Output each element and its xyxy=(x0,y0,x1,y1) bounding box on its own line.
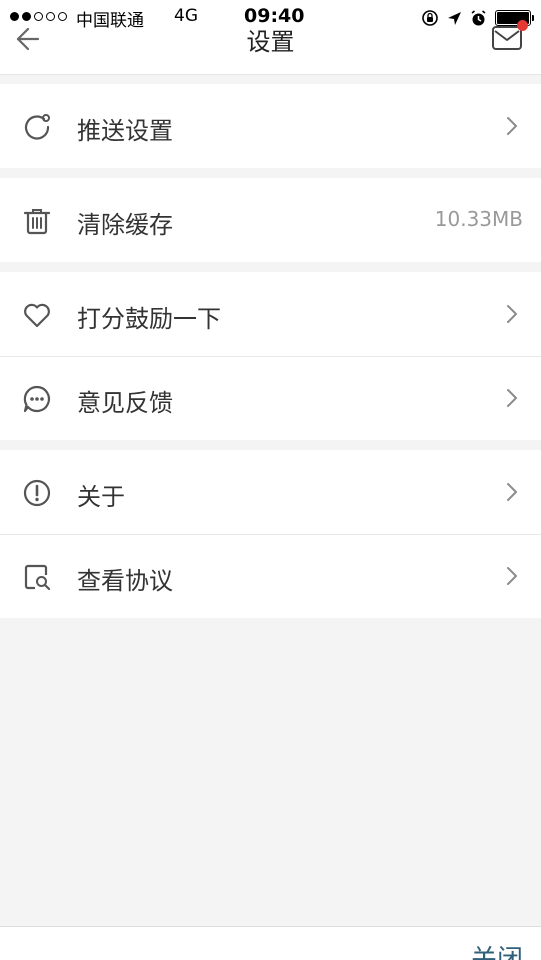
refresh-icon xyxy=(24,114,50,140)
rate-app-item[interactable]: 打分鼓励一下 xyxy=(0,272,541,356)
signal-strength-icon xyxy=(10,12,67,21)
chevron-right-icon xyxy=(507,389,517,407)
push-settings-label: 推送设置 xyxy=(77,117,173,145)
signal-dot xyxy=(58,12,67,21)
signal-dot xyxy=(10,12,19,21)
notification-badge xyxy=(517,20,528,31)
chevron-right-icon xyxy=(507,305,517,323)
chevron-right-icon xyxy=(507,483,517,501)
clear-cache-label: 清除缓存 xyxy=(77,211,173,239)
settings-list: 推送设置 清除缓存 10.33MB 打分鼓励一下 意见反馈 关于 查看协议 xyxy=(0,84,541,618)
view-agreement-item[interactable]: 查看协议 xyxy=(0,534,541,618)
settings-group-push: 推送设置 xyxy=(0,84,541,168)
rate-app-label: 打分鼓励一下 xyxy=(77,305,221,333)
signal-dot xyxy=(46,12,55,21)
close-button[interactable]: 关闭 xyxy=(471,939,523,960)
settings-group-feedback: 打分鼓励一下 意见反馈 xyxy=(0,272,541,440)
settings-group-cache: 清除缓存 10.33MB xyxy=(0,178,541,262)
signal-dot xyxy=(34,12,43,21)
chat-bubble-icon xyxy=(23,385,51,413)
chevron-right-icon xyxy=(507,567,517,585)
feedback-label: 意见反馈 xyxy=(77,389,173,417)
about-label: 关于 xyxy=(77,483,125,511)
settings-group-info: 关于 查看协议 xyxy=(0,450,541,618)
settings-page: 中国联通 4G 09:40 设置 推送设置 清除缓存 10.33MB 打分鼓励一… xyxy=(0,0,541,960)
page-title: 设置 xyxy=(246,28,295,56)
header: 中国联通 4G 09:40 设置 xyxy=(0,0,541,75)
mail-button[interactable] xyxy=(491,20,528,51)
push-settings-item[interactable]: 推送设置 xyxy=(0,84,541,168)
signal-dot xyxy=(22,12,31,21)
clear-cache-item[interactable]: 清除缓存 10.33MB xyxy=(0,178,541,262)
about-item[interactable]: 关于 xyxy=(0,450,541,534)
document-search-icon xyxy=(24,564,51,591)
info-circle-icon xyxy=(23,479,51,507)
heart-icon xyxy=(24,303,50,328)
trash-icon xyxy=(23,209,51,235)
feedback-item[interactable]: 意见反馈 xyxy=(0,356,541,440)
cache-size-value: 10.33MB xyxy=(434,207,523,231)
bottom-bar: 关闭 xyxy=(0,926,541,960)
view-agreement-label: 查看协议 xyxy=(77,567,173,595)
chevron-right-icon xyxy=(507,117,517,135)
